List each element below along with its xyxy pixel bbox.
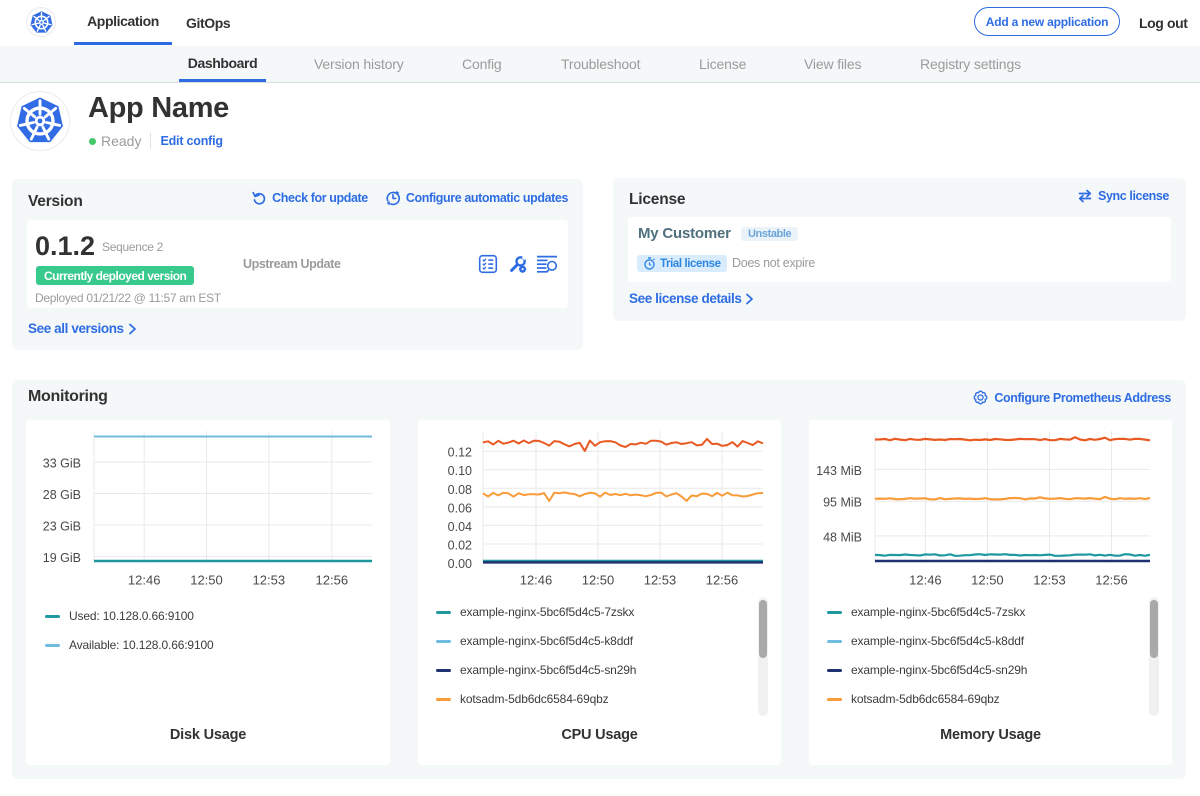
svg-text:12:50: 12:50 (190, 573, 223, 588)
svg-text:0.08: 0.08 (448, 483, 472, 497)
svg-text:12:56: 12:56 (1095, 573, 1128, 588)
svg-text:12:46: 12:46 (520, 573, 553, 588)
svg-text:143 MiB: 143 MiB (816, 464, 862, 478)
svg-text:0.06: 0.06 (448, 501, 472, 515)
svg-text:12:46: 12:46 (128, 573, 161, 588)
svg-text:33 GiB: 33 GiB (43, 457, 81, 471)
svg-text:12:46: 12:46 (909, 573, 942, 588)
svg-text:12:53: 12:53 (644, 573, 677, 588)
svg-text:0.02: 0.02 (448, 538, 472, 552)
svg-text:12:53: 12:53 (253, 573, 286, 588)
svg-text:12:50: 12:50 (971, 573, 1004, 588)
svg-text:23 GiB: 23 GiB (43, 520, 81, 534)
svg-text:12:50: 12:50 (582, 573, 615, 588)
svg-text:19 GiB: 19 GiB (43, 551, 81, 565)
svg-text:48 MiB: 48 MiB (823, 530, 862, 544)
svg-text:12:56: 12:56 (706, 573, 739, 588)
svg-text:0.10: 0.10 (448, 464, 472, 478)
svg-text:0.12: 0.12 (448, 446, 472, 460)
svg-text:28 GiB: 28 GiB (43, 488, 81, 502)
svg-text:95 MiB: 95 MiB (823, 496, 862, 510)
svg-text:0.04: 0.04 (448, 520, 472, 534)
svg-text:0.00: 0.00 (448, 557, 472, 571)
svg-text:12:53: 12:53 (1033, 573, 1066, 588)
svg-text:12:56: 12:56 (316, 573, 349, 588)
